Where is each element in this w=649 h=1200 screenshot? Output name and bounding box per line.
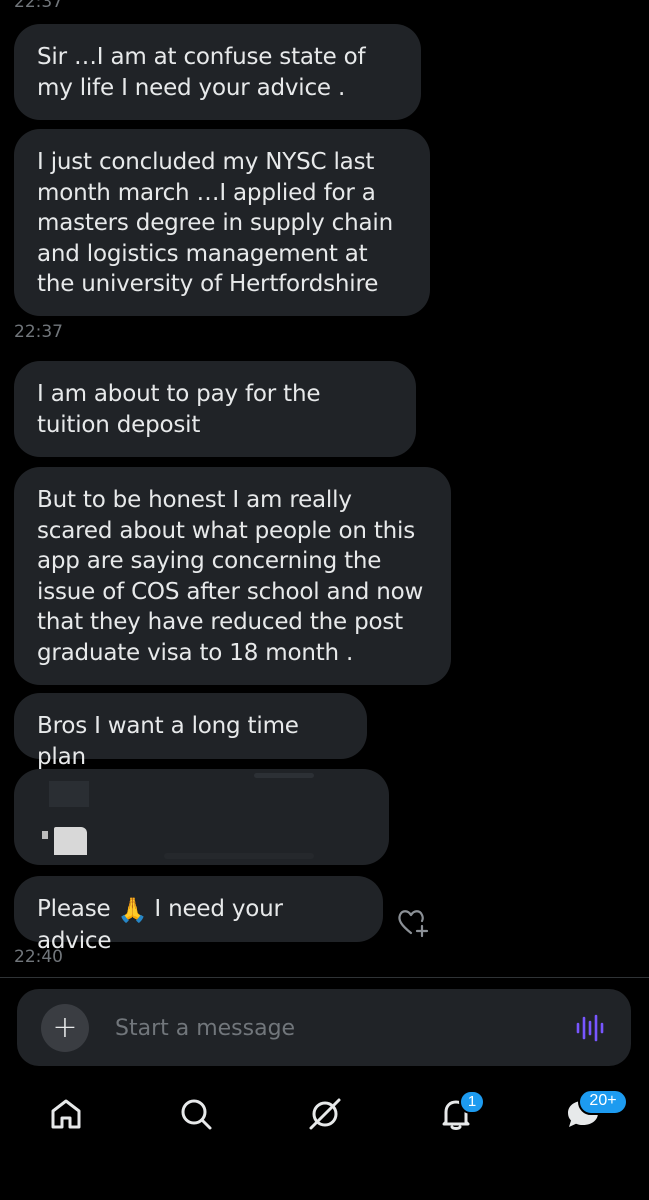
- message-bubble[interactable]: Sir …I am at confuse state of my life I …: [14, 24, 421, 120]
- voice-message-icon[interactable]: [575, 1013, 605, 1043]
- message-bubble[interactable]: Please 🙏 I need your advice: [14, 876, 383, 954]
- add-attachment-button[interactable]: +: [41, 1004, 89, 1052]
- message-bubble[interactable]: I just concluded my NYSC last month marc…: [14, 129, 430, 316]
- redacted-message-bubble[interactable]: [14, 769, 389, 865]
- message-bubble[interactable]: But to be honest I am really scared abou…: [14, 467, 451, 685]
- redaction-block: [254, 773, 314, 778]
- folded-hands-emoji: 🙏: [117, 896, 148, 924]
- notifications-badge: 1: [459, 1090, 485, 1114]
- divider: [0, 977, 649, 978]
- message-text: I am about to pay for the tuition deposi…: [37, 381, 321, 438]
- message-text: But to be honest I am really scared abou…: [37, 487, 424, 666]
- message-text: Sir …I am at confuse state of my life I …: [37, 44, 366, 101]
- messages-badge: 20+: [578, 1089, 628, 1115]
- message-text: Bros I want a long time plan: [37, 713, 299, 770]
- grok-icon[interactable]: [305, 1094, 345, 1134]
- redaction-block: [54, 827, 87, 855]
- redaction-block: [164, 853, 314, 859]
- message-timestamp: 22:37: [14, 322, 63, 342]
- message-text-before: Please: [37, 896, 111, 922]
- message-bubble[interactable]: I am about to pay for the tuition deposi…: [14, 361, 416, 457]
- message-text: I just concluded my NYSC last month marc…: [37, 149, 393, 297]
- add-reaction-icon[interactable]: [396, 906, 430, 938]
- redaction-block: [42, 831, 48, 839]
- bottom-navigation: [0, 1080, 649, 1200]
- search-icon[interactable]: [176, 1094, 216, 1134]
- message-input[interactable]: [115, 1011, 545, 1045]
- home-icon[interactable]: [46, 1094, 86, 1134]
- message-composer: +: [17, 989, 631, 1066]
- redaction-block: [49, 781, 89, 807]
- message-bubble[interactable]: Bros I want a long time plan: [14, 693, 367, 770]
- message-timestamp: 22:40: [14, 947, 63, 967]
- status-time-partial: 22:37: [14, 0, 63, 12]
